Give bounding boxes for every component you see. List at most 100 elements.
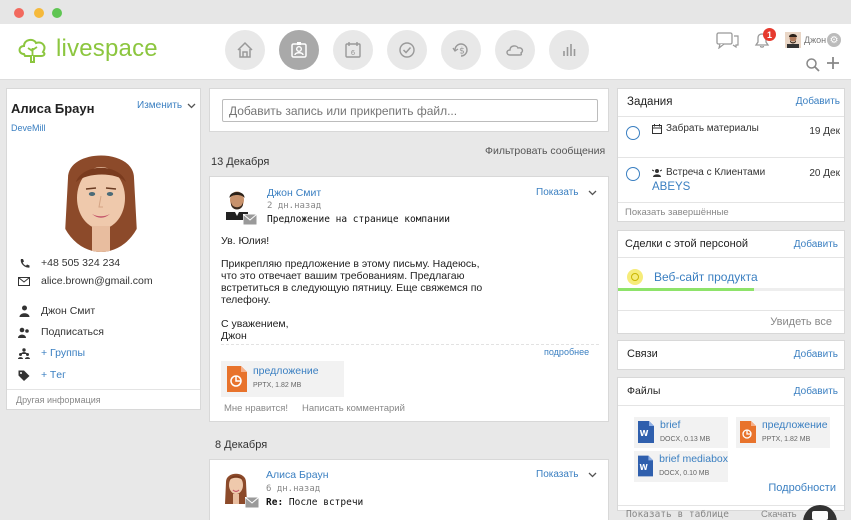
add-file-button[interactable]: Добавить [794,386,838,397]
bar-chart-icon [563,44,576,56]
post-greeting: Ув. Юлия! [221,235,270,247]
subscribe-label: Подписаться [41,326,104,338]
files-card: Файлы Добавить W brief DOCX, 0.13 MB пре… [617,377,845,511]
post-author[interactable]: Алиса Браун [266,469,329,481]
subscribe-icon [17,327,31,338]
email-icon [243,214,257,225]
close-window-button[interactable] [14,8,24,18]
like-button[interactable]: Мне нравится! [224,403,288,414]
pptx-file-icon [740,421,756,443]
deals-card: Сделки с этой персоной Добавить Веб-сайт… [617,230,845,334]
maximize-window-button[interactable] [52,8,62,18]
cloud-tree-icon [18,38,46,63]
post-more-link[interactable]: подробнее [544,347,589,357]
phone-icon [17,258,31,269]
logo[interactable]: livespace [16,34,158,64]
cloud-icon [506,45,524,56]
task-label: Встреча с Клиентами [666,167,766,178]
phone-number[interactable]: +48 505 324 234 [41,257,120,269]
show-label: Показать [536,187,579,198]
edit-label: Изменить [137,100,183,111]
deal-item[interactable]: Веб-сайт продукта [654,270,758,284]
company-link[interactable]: DeveMill [11,123,46,133]
user-menu[interactable]: Джон ⚙ [785,32,842,48]
nav-contacts[interactable] [279,30,319,70]
post-attachment[interactable]: предложение PPTX, 1.82 MB [221,361,344,397]
subscribe-row[interactable]: Подписаться [17,326,104,338]
window-titlebar [0,0,851,24]
file-meta: DOCX, 0.13 MB [660,436,711,443]
add-link-button[interactable]: Добавить [794,349,838,360]
links-card: Связи Добавить [617,340,845,370]
nav-reports[interactable] [549,30,589,70]
filter-messages-button[interactable]: Фильтровать сообщения [485,145,605,157]
money-refresh-icon: $ [452,43,468,57]
email-icon [245,497,259,508]
post-time: 6 дн.назад [266,484,321,494]
nav-deals[interactable]: $ [441,30,481,70]
task-date: 20 Дек [809,168,840,179]
task-item[interactable]: Забрать материалы [652,123,759,134]
search-button[interactable] [805,57,821,76]
file-item[interactable]: W brief mediabox DOCX, 0.10 MB [634,451,728,482]
profile-name: Алиса Браун [11,101,95,116]
tag-row[interactable]: + Tег [17,369,66,381]
file-meta: PPTX, 1.82 MB [762,436,811,443]
see-all-deals-link[interactable]: Увидеть все [770,316,832,328]
post-author[interactable]: Джон Смит [267,187,321,199]
post-body: Ув. Юлия! Прикрепляю предложение в этому… [221,235,491,342]
comment-button[interactable]: Написать комментарий [302,403,405,414]
post-show-button[interactable]: Показать [536,187,597,198]
nav-cloud[interactable] [495,30,535,70]
messages-button[interactable] [716,31,740,52]
other-info-link[interactable]: Другая информация [16,395,101,405]
notifications-button[interactable]: 1 [752,28,776,53]
file-item[interactable]: W brief DOCX, 0.13 MB [634,417,728,448]
svg-text:6: 6 [351,49,356,57]
nav-tasks[interactable] [387,30,427,70]
nav-home[interactable] [225,30,265,70]
add-deal-button[interactable]: Добавить [794,239,838,250]
person-tie-icon [17,305,31,317]
deal-status-icon [627,269,643,285]
nav-calendar[interactable]: 6 [333,30,373,70]
show-completed-link[interactable]: Показать завершённые [625,207,729,218]
show-in-table-link[interactable]: Показать в таблице [626,509,729,520]
date-separator: 8 Декабря [215,439,268,451]
edit-profile-button[interactable]: Изменить [137,100,196,111]
email-address[interactable]: alice.brown@gmail.com [41,275,153,287]
minimize-window-button[interactable] [34,8,44,18]
download-link[interactable]: Скачать [761,509,797,520]
app-header: livespace 6 $ 1 Джон ⚙ [0,24,851,80]
tasks-card: Задания Добавить Забрать материалы 19 Де… [617,88,845,222]
file-item[interactable]: предложение PPTX, 1.82 MB [736,417,830,448]
add-button[interactable] [826,56,840,73]
tasks-title: Задания [627,96,673,108]
gear-icon: ⚙ [827,33,842,47]
files-details-link[interactable]: Подробности [768,482,836,494]
chevron-down-icon [588,472,596,477]
task-checkbox[interactable] [626,126,640,140]
post-text: Прикрепляю предложение в этому письму. Н… [221,258,483,306]
phone-row: +48 505 324 234 [17,257,120,269]
task-checkbox[interactable] [626,167,640,181]
logo-text: livespace [56,35,158,62]
user-name: Джон [804,35,827,45]
add-task-button[interactable]: Добавить [796,96,840,107]
task-item[interactable]: Встреча с Клиентами [652,167,765,178]
new-post-input[interactable] [222,99,598,122]
groups-row[interactable]: + Группы [17,347,85,359]
task-client-link[interactable]: ABEYS [652,181,690,193]
deal-progress-track [618,288,844,291]
profile-photo [58,148,144,252]
pptx-file-icon [227,366,247,392]
post-show-button[interactable]: Показать [536,469,597,480]
owner-name[interactable]: Джон Смит [41,305,95,317]
svg-text:$: $ [459,47,465,57]
calendar-icon [652,123,662,134]
task-date: 19 Дек [809,126,840,137]
file-name: brief mediabox [659,453,728,465]
profile-card: Алиса Браун Изменить DeveMill +48 505 32… [6,88,201,410]
date-separator: 13 Декабря [211,156,270,168]
post-sign-line2: Джон [221,330,247,342]
